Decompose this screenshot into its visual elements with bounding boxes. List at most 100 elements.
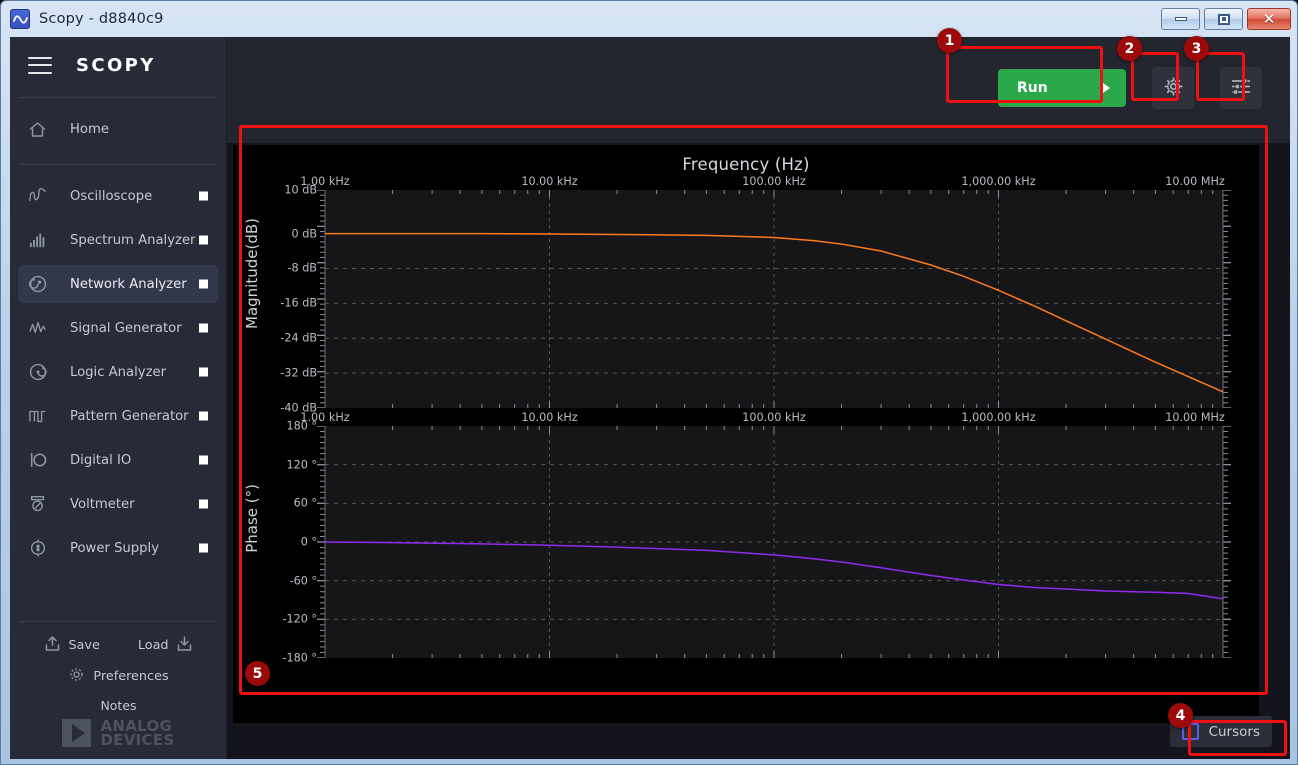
adi-triangle-icon xyxy=(62,718,92,747)
adi-wordmark: ANALOG DEVICES xyxy=(100,718,174,747)
download-icon xyxy=(176,635,193,656)
voltmeter-icon xyxy=(28,493,54,515)
sidebar-item-label: Home xyxy=(70,121,109,137)
close-button[interactable]: ✕ xyxy=(1247,8,1291,30)
annotation-badge-4: 4 xyxy=(1168,703,1193,728)
annotation-badge-1: 1 xyxy=(937,28,962,53)
divider xyxy=(20,620,217,622)
sidebar-footer: Save Load Preferences Notes ANALOG DEVIC… xyxy=(10,620,227,760)
minimize-icon xyxy=(1174,17,1187,21)
sidebar-item-label: Network Analyzer xyxy=(70,276,187,292)
sidebar-item-toggle[interactable] xyxy=(199,455,208,465)
preferences-button[interactable]: Preferences xyxy=(10,666,227,687)
sidebar-item-spectrum-analyzer[interactable]: Spectrum Analyzer xyxy=(18,221,218,259)
sidebar-items: Oscilloscope Spectrum Analyzer Network Ana… xyxy=(10,177,226,573)
y-tick-label: -60 ° xyxy=(289,574,317,588)
spectrum-analyzer-icon xyxy=(28,229,54,251)
sidebar-item-toggle[interactable] xyxy=(199,499,208,509)
y-tick-label: -24 dB xyxy=(280,331,317,345)
annotation-badge-5: 5 xyxy=(245,661,270,686)
magnitude-x-axis-top: 1.00 kHz 10.00 kHz 100.00 kHz 1,000.00 kHz 1… xyxy=(233,174,1259,190)
notes-button[interactable]: Notes xyxy=(10,698,227,713)
digital-io-icon xyxy=(28,449,54,471)
gear-icon xyxy=(68,666,85,687)
play-icon xyxy=(1100,81,1110,95)
y-tick-label: 0 ° xyxy=(300,535,317,549)
sidebar-item-toggle[interactable] xyxy=(199,279,208,289)
minimize-button[interactable] xyxy=(1161,8,1200,30)
sidebar-item-label: Signal Generator xyxy=(70,320,182,336)
analog-devices-logo: ANALOG DEVICES xyxy=(10,718,227,756)
hamburger-icon[interactable] xyxy=(28,56,52,74)
maximize-button[interactable] xyxy=(1204,8,1243,30)
y-tick-label: 180 ° xyxy=(286,419,317,433)
app-body: SCOPY Home Oscilloscope Spectrum Analyzer… xyxy=(10,37,1290,759)
plot-title: Frequency (Hz) xyxy=(682,155,810,174)
annotation-badge-2: 2 xyxy=(1117,36,1142,61)
sidebar-item-voltmeter[interactable]: Voltmeter xyxy=(18,485,218,523)
close-icon: ✕ xyxy=(1262,9,1276,28)
pattern-generator-icon xyxy=(28,405,54,427)
sidebar-item-label: Logic Analyzer xyxy=(70,364,167,380)
run-label: Run xyxy=(1017,80,1048,96)
settings-button[interactable] xyxy=(1152,67,1194,109)
save-label: Save xyxy=(68,638,100,653)
sidebar-item-oscilloscope[interactable]: Oscilloscope xyxy=(18,177,218,215)
sidebar-item-toggle[interactable] xyxy=(199,323,208,333)
sidebar-item-signal-generator[interactable]: Signal Generator xyxy=(18,309,218,347)
save-load-row: Save Load xyxy=(10,635,227,656)
sidebar-item-label: Power Supply xyxy=(70,540,160,556)
sliders-button[interactable] xyxy=(1220,67,1262,109)
sidebar-header: SCOPY xyxy=(10,37,226,93)
gear-icon xyxy=(1163,76,1184,100)
plot-grid xyxy=(317,426,1231,658)
plot-panel[interactable]: Frequency (Hz) 1.00 kHz 10.00 kHz 100.00 k… xyxy=(233,145,1259,723)
sidebar-logo: SCOPY xyxy=(76,54,156,76)
signal-generator-icon xyxy=(28,317,54,339)
preferences-label: Preferences xyxy=(93,668,169,684)
x-tick-label: 10.00 kHz xyxy=(521,411,578,424)
x-tick-label: 100.00 kHz xyxy=(742,175,806,188)
x-tick-label: 10.00 MHz xyxy=(1165,175,1225,188)
cursors-label: Cursors xyxy=(1208,723,1260,740)
network-analyzer-icon xyxy=(28,273,54,295)
scopy-window: Scopy - d8840c9 ✕ SCOPY Home Oscilloscop… xyxy=(0,0,1298,765)
sidebar-item-label: Oscilloscope xyxy=(70,188,153,204)
sidebar-item-toggle[interactable] xyxy=(199,235,208,245)
oscilloscope-icon xyxy=(28,185,54,207)
upload-icon xyxy=(44,635,61,656)
y-tick-label: -180 ° xyxy=(282,651,317,665)
sidebar-item-home[interactable]: Home xyxy=(18,110,218,148)
sidebar-item-logic-analyzer[interactable]: Logic Analyzer xyxy=(18,353,218,391)
x-tick-label: 1,000.00 kHz xyxy=(961,411,1036,424)
window-title: Scopy - d8840c9 xyxy=(39,11,164,27)
sidebar-item-pattern-generator[interactable]: Pattern Generator xyxy=(18,397,218,435)
sidebar-item-toggle[interactable] xyxy=(199,367,208,377)
sidebar-item-label: Spectrum Analyzer xyxy=(70,232,196,248)
run-button[interactable]: Run xyxy=(998,69,1126,107)
annotation-badge-3: 3 xyxy=(1184,36,1209,61)
load-button[interactable]: Load xyxy=(138,635,193,656)
sidebar: SCOPY Home Oscilloscope Spectrum Analyzer… xyxy=(10,37,227,759)
sidebar-item-toggle[interactable] xyxy=(199,411,208,421)
sidebar-item-toggle[interactable] xyxy=(199,191,208,201)
sidebar-item-toggle[interactable] xyxy=(199,543,208,553)
y-tick-label: -32 dB xyxy=(280,366,317,380)
magnitude-plot[interactable]: 1.00 kHz 10.00 kHz 100.00 kHz 1,000.00 kHz 1… xyxy=(233,174,1259,415)
window-controls: ✕ xyxy=(1161,8,1291,30)
sidebar-item-digital-io[interactable]: Digital IO xyxy=(18,441,218,479)
x-tick-label: 10.00 MHz xyxy=(1165,411,1225,424)
y-axis-label: Magnitude(dB) xyxy=(243,218,261,329)
y-tick-label: -16 dB xyxy=(280,296,317,310)
sliders-icon xyxy=(1230,77,1252,99)
x-tick-label: 100.00 kHz xyxy=(742,411,806,424)
toolbar-controls: Run xyxy=(998,67,1262,109)
sidebar-item-power-supply[interactable]: Power Supply xyxy=(18,529,218,567)
sidebar-item-network-analyzer[interactable]: Network Analyzer xyxy=(18,265,218,303)
phase-plot[interactable]: 1.00 kHz 10.00 kHz 100.00 kHz 1,000.00 kHz 1… xyxy=(233,410,1259,665)
save-button[interactable]: Save xyxy=(44,635,100,656)
plot-grid xyxy=(317,190,1231,408)
y-tick-label: 10 dB xyxy=(284,183,317,197)
y-tick-label: -8 dB xyxy=(287,261,318,275)
phase-x-axis-top: 1.00 kHz 10.00 kHz 100.00 kHz 1,000.00 kHz 1… xyxy=(233,410,1259,426)
